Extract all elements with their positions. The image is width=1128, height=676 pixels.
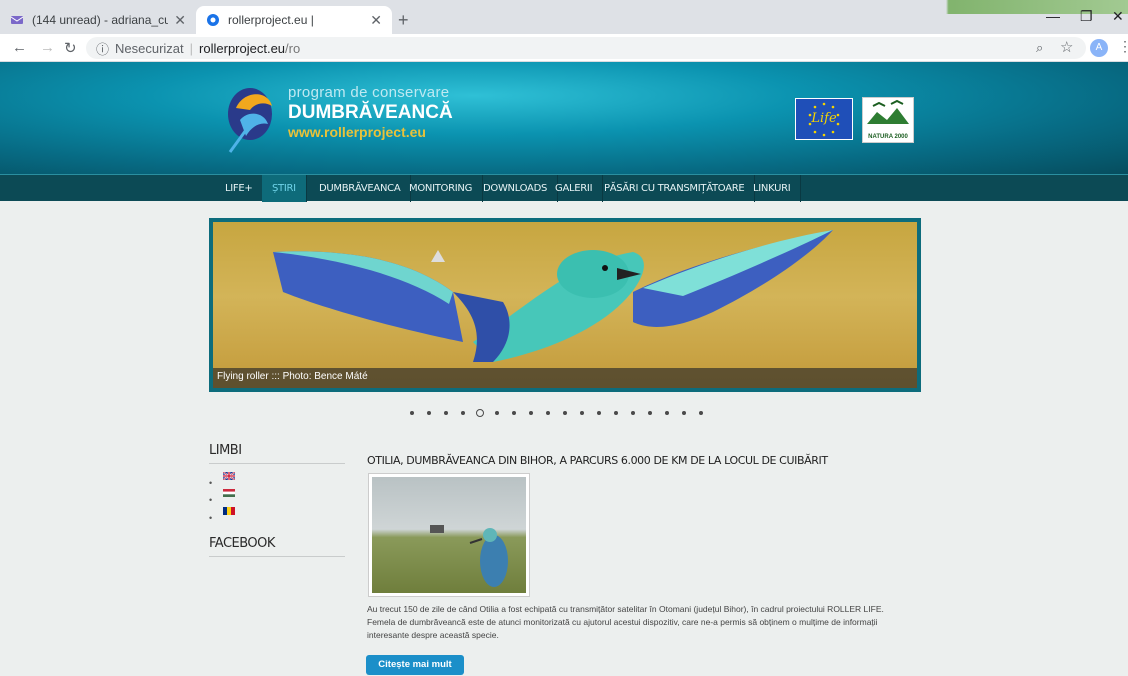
minimize-icon[interactable]: — xyxy=(1046,8,1060,24)
slider-dot[interactable] xyxy=(420,407,437,419)
browser-menu-icon[interactable]: ⋮ xyxy=(1118,38,1128,55)
logo-title: DUMBRĂVEANCĂ xyxy=(288,102,453,123)
reload-icon[interactable]: ↻ xyxy=(64,39,77,57)
slider-dot[interactable] xyxy=(590,407,607,419)
bullet: • xyxy=(209,513,213,523)
article-photo xyxy=(372,477,526,593)
main-nav: LIFE+ ȘTIRI DUMBRĂVEANCA MONITORING DOWN… xyxy=(0,174,1128,202)
uk-flag-icon xyxy=(223,472,235,480)
browser-tab-bar: (144 unread) - adriana_culda@ya ✕ roller… xyxy=(0,0,1128,34)
tab-title: (144 unread) - adriana_culda@ya xyxy=(32,13,169,27)
sidebar-divider xyxy=(209,556,345,557)
nav-item-monitoring[interactable]: MONITORING xyxy=(399,175,484,202)
slider-dot[interactable] xyxy=(471,407,488,419)
address-separator: | xyxy=(189,40,194,56)
slider-dot[interactable] xyxy=(641,407,658,419)
eu-life-logo[interactable]: Life xyxy=(795,98,853,140)
image-slider[interactable]: Flying roller ::: Photo: Bence Máté xyxy=(209,218,921,392)
address-bar[interactable]: ⓘ Nesecurizat | rollerproject.eu/ro xyxy=(86,37,1086,59)
new-tab-icon[interactable]: + xyxy=(398,10,409,31)
slider-dot[interactable] xyxy=(692,407,709,419)
slider-dot[interactable] xyxy=(488,407,505,419)
restore-icon[interactable]: ❐ xyxy=(1080,8,1093,25)
slider-dot[interactable] xyxy=(437,407,454,419)
nav-item-life[interactable]: LIFE+ xyxy=(215,175,264,202)
roller-on-grass-photo xyxy=(430,525,508,587)
close-tab-icon[interactable]: ✕ xyxy=(370,12,382,29)
url-host: rollerproject.eu xyxy=(199,40,286,56)
article-title[interactable]: OTILIA, DUMBRĂVEANCA DIN BIHOR, A PARCUR… xyxy=(367,454,828,467)
read-more-button[interactable]: Citește mai mult xyxy=(366,655,464,675)
nav-item-linkuri[interactable]: LINKURI xyxy=(743,175,802,202)
close-tab-icon[interactable]: ✕ xyxy=(174,12,186,29)
bullet: • xyxy=(209,495,213,505)
nav-item-pasari-cu-transmitatoare[interactable]: PĂSĂRI CU TRANSMIȚĂTOARE xyxy=(594,175,756,202)
slider-dot[interactable] xyxy=(607,407,624,419)
slider-dot[interactable] xyxy=(454,407,471,419)
url-path: /ro xyxy=(285,40,301,56)
info-icon[interactable]: ⓘ xyxy=(96,39,109,58)
facebook-heading: FACEBOOK xyxy=(209,536,275,551)
natura-logo-text: NATURA 2000 xyxy=(868,134,908,140)
slider-dot[interactable] xyxy=(573,407,590,419)
romania-flag-icon xyxy=(223,507,235,515)
nav-item-dumbraveanca[interactable]: DUMBRĂVEANCA xyxy=(309,175,412,202)
language-hungarian[interactable]: • xyxy=(209,489,249,505)
site-header xyxy=(0,62,1128,174)
bookmark-star-icon[interactable]: ☆ xyxy=(1060,38,1073,56)
browser-toolbar: ← → ↻ ⓘ Nesecurizat | rollerproject.eu/r… xyxy=(0,34,1128,62)
natura-2000-logo[interactable]: NATURA 2000 xyxy=(862,97,914,143)
browser-tab-mail[interactable]: (144 unread) - adriana_culda@ya ✕ xyxy=(0,6,196,34)
slide-caption-bar: Flying roller ::: Photo: Bence Máté xyxy=(213,368,917,388)
slider-dot[interactable] xyxy=(505,407,522,419)
sidebar-divider xyxy=(209,463,345,464)
slide-caption: Flying roller ::: Photo: Bence Máté xyxy=(217,371,368,382)
language-english[interactable]: • xyxy=(209,472,249,488)
logo-tagline: program de conservare xyxy=(288,84,450,101)
logo-url: www.rollerproject.eu xyxy=(288,124,426,140)
tab-title: rollerproject.eu | xyxy=(228,13,314,27)
roller-bird-logo[interactable] xyxy=(222,80,282,154)
life-logo-text: Life xyxy=(811,111,837,126)
slider-dot[interactable] xyxy=(403,407,420,419)
site-favicon-icon xyxy=(207,14,219,26)
article-image[interactable] xyxy=(368,473,530,597)
security-label: Nesecurizat xyxy=(115,40,184,56)
languages-heading: LIMBI xyxy=(209,443,242,458)
natura-birds-icon xyxy=(867,99,909,124)
slider-dot[interactable] xyxy=(522,407,539,419)
slider-pagination xyxy=(403,407,709,419)
hungary-flag-icon xyxy=(223,489,235,497)
slide-image-flying-roller xyxy=(273,230,833,362)
slider-dot[interactable] xyxy=(539,407,556,419)
slider-dot[interactable] xyxy=(624,407,641,419)
slider-dot[interactable] xyxy=(658,407,675,419)
slider-dot[interactable] xyxy=(675,407,692,419)
close-window-icon[interactable]: ✕ xyxy=(1112,8,1124,25)
bullet: • xyxy=(209,478,213,488)
back-icon[interactable]: ← xyxy=(12,39,27,56)
forward-icon[interactable]: → xyxy=(40,39,55,56)
article-excerpt: Au trecut 150 de zile de când Otilia a f… xyxy=(367,604,884,640)
slider-dot[interactable] xyxy=(556,407,573,419)
nav-item-stiri[interactable]: ȘTIRI xyxy=(262,175,307,202)
profile-avatar[interactable]: A xyxy=(1090,39,1108,57)
mail-icon xyxy=(10,16,24,24)
language-romanian[interactable]: • xyxy=(209,507,249,523)
browser-tab-rollerproject[interactable]: rollerproject.eu | ✕ xyxy=(196,6,392,34)
zoom-icon[interactable]: ⌕ xyxy=(1036,40,1043,56)
